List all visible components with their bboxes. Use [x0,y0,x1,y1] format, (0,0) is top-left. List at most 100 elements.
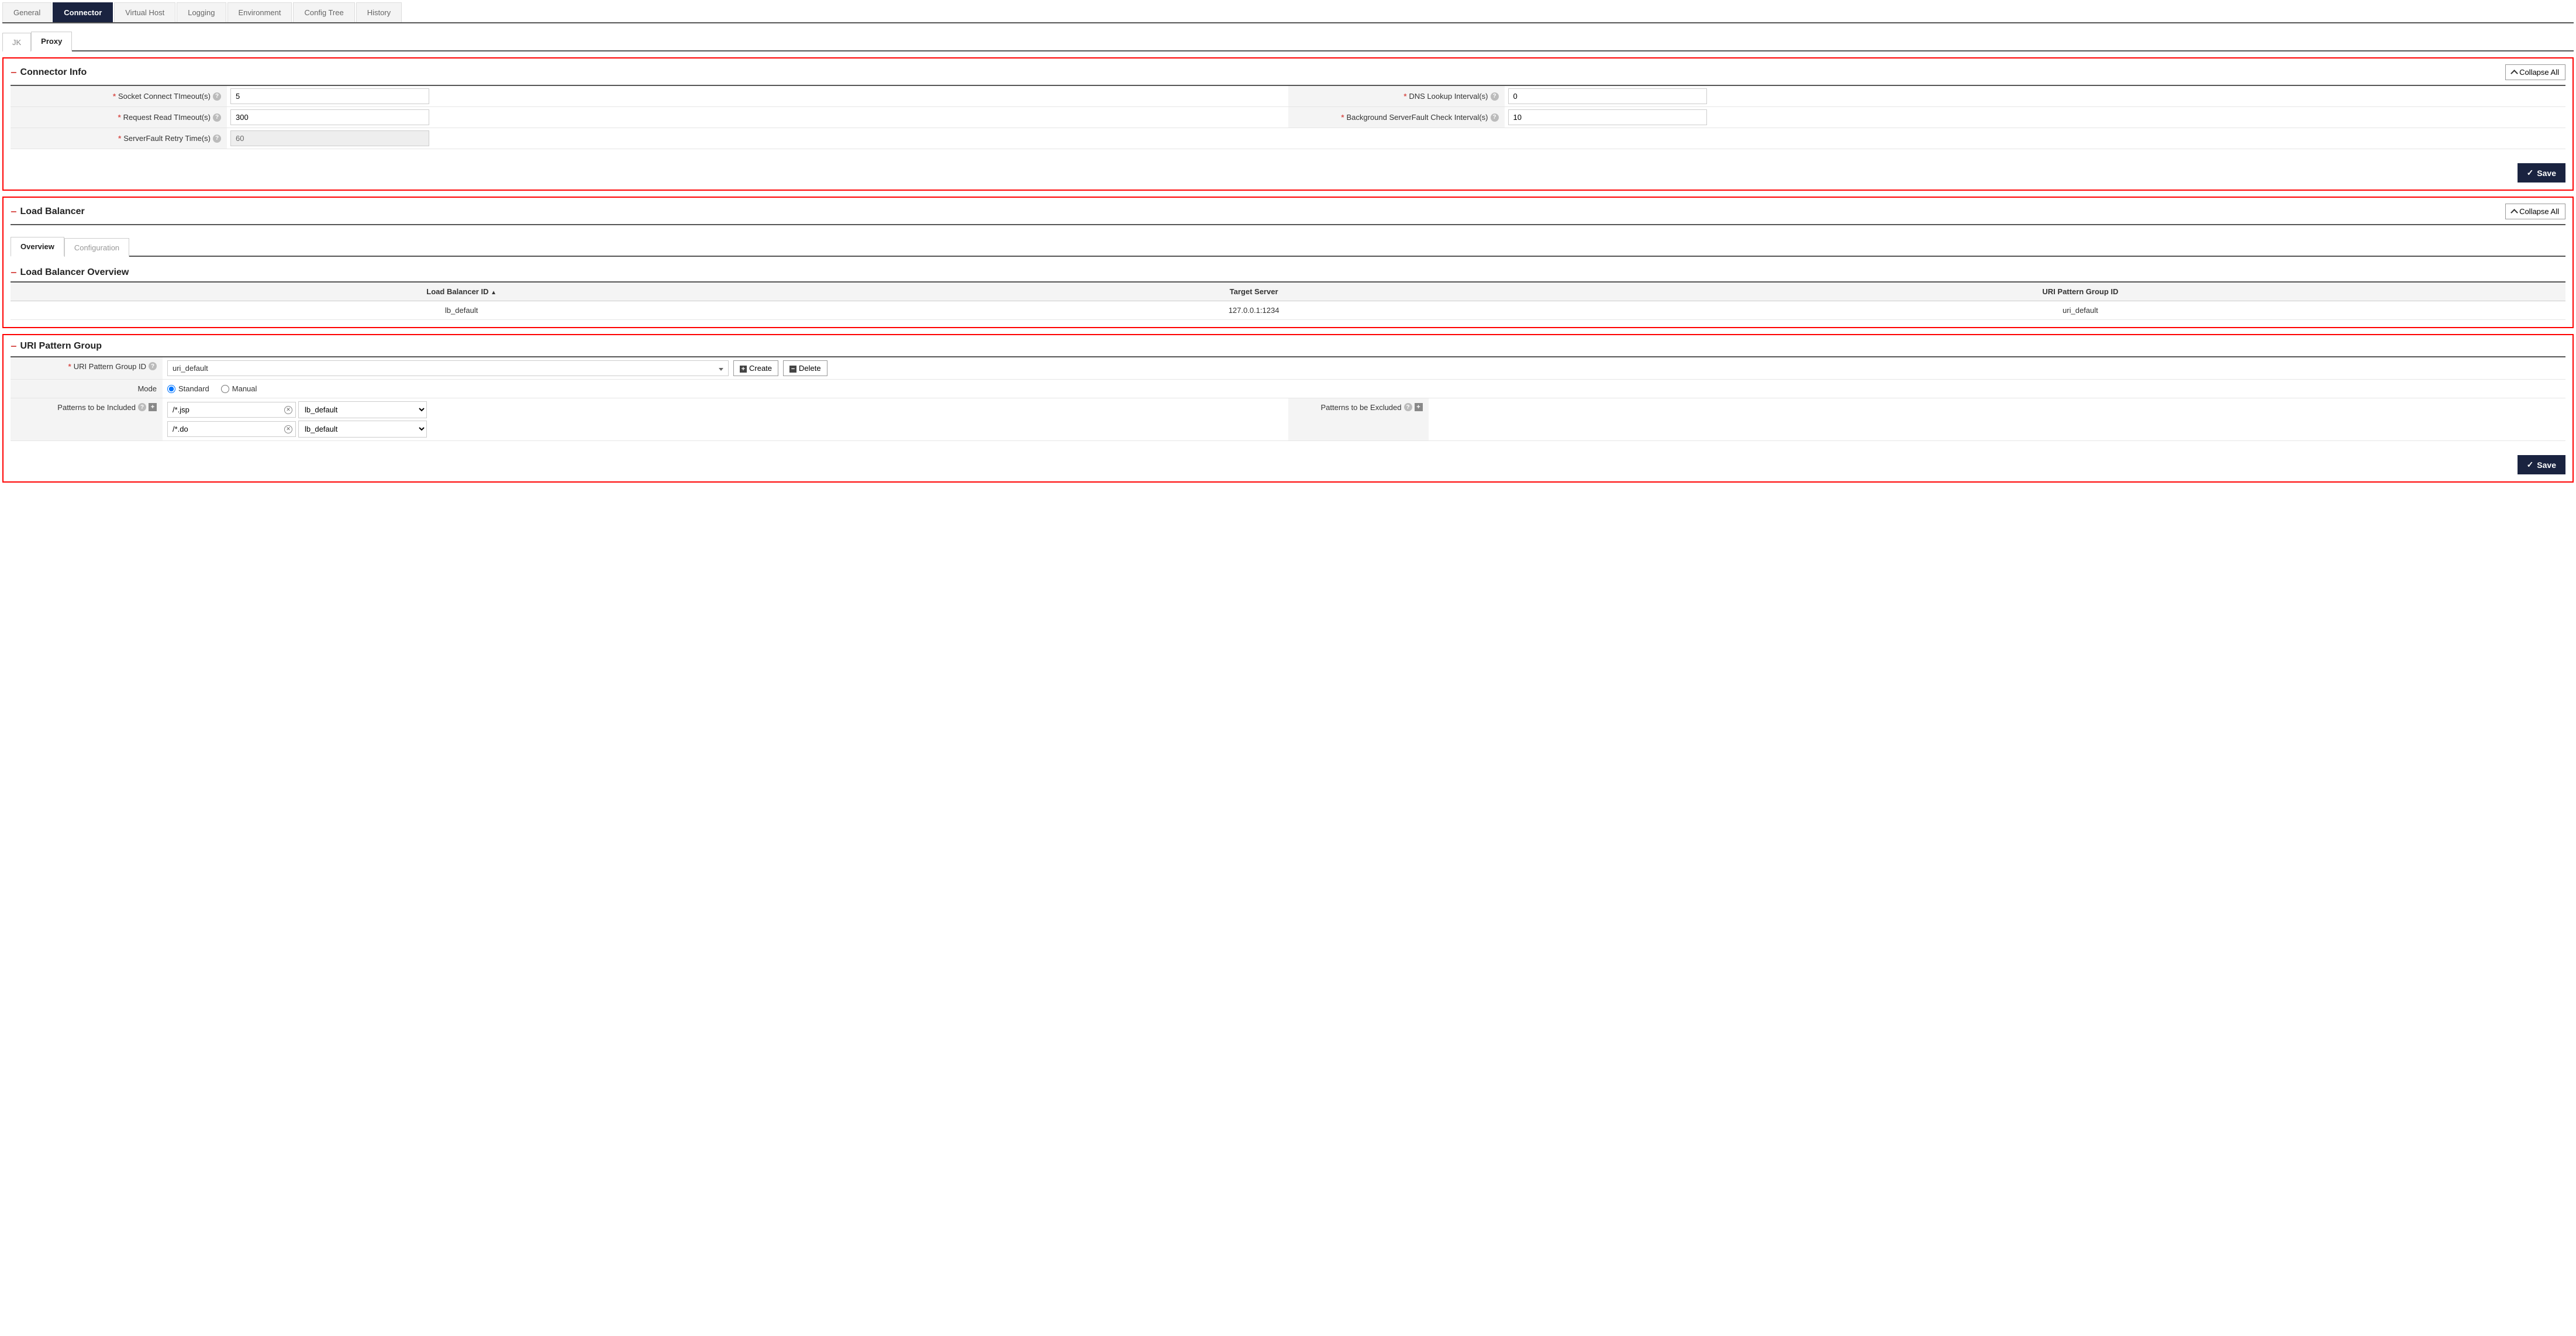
mode-standard-option[interactable]: Standard [167,384,209,393]
help-icon[interactable]: ? [1491,113,1499,122]
mode-manual-radio[interactable] [221,385,229,393]
minus-icon [789,364,796,373]
required-star: * [1403,92,1406,101]
cell-uri-group: uri_default [1595,301,2565,320]
cell-lb-id: lb_default [11,301,912,320]
connector-info-form: * Socket Connect TImeout(s) ? * DNS Look… [11,86,2565,149]
socket-connect-timeout-input[interactable] [230,88,429,104]
add-excluded-pattern-icon[interactable]: + [1415,403,1423,411]
save-label: Save [2537,168,2556,178]
serverfault-retry-input [230,130,429,146]
main-tabs: General Connector Virtual Host Logging E… [2,2,2574,23]
required-star: * [68,362,71,371]
table-row[interactable]: lb_default 127.0.0.1:1234 uri_default [11,301,2565,320]
dns-lookup-interval-label: DNS Lookup Interval(s) [1409,92,1488,101]
col-target-server[interactable]: Target Server [912,282,1595,301]
included-pattern-row: ✕ lb_default [167,421,1284,438]
help-icon[interactable]: ? [149,362,157,370]
collapse-icon[interactable]: − [11,206,17,217]
create-label: Create [749,364,772,373]
add-included-pattern-icon[interactable]: + [149,403,157,411]
load-balancer-title: − Load Balancer [11,206,85,217]
plus-icon [740,364,747,373]
request-read-timeout-label: Request Read TImeout(s) [123,113,211,122]
collapse-all-button[interactable]: Collapse All [2505,204,2565,219]
uri-pattern-group-id-value: uri_default [173,364,208,373]
mode-manual-label: Manual [232,384,257,393]
patterns-excluded-label: Patterns to be Excluded [1320,403,1401,412]
dns-lookup-interval-input[interactable] [1508,88,1707,104]
uri-pattern-group-id-label: URI Pattern Group ID [74,362,146,371]
chevron-up-icon [2512,68,2517,77]
load-balancer-panel: − Load Balancer Collapse All Overview Co… [2,197,2574,328]
request-read-timeout-input[interactable] [230,109,429,125]
chevron-up-icon [2512,207,2517,216]
lb-overview-title: − Load Balancer Overview [11,267,2565,278]
clear-icon[interactable]: ✕ [284,406,292,414]
delete-button[interactable]: Delete [783,360,827,376]
save-label: Save [2537,460,2556,470]
delete-label: Delete [799,364,821,373]
collapse-all-label: Collapse All [2519,207,2559,216]
connector-info-panel: − Connector Info Collapse All * Socket C… [2,57,2574,191]
help-icon[interactable]: ? [1491,92,1499,101]
included-pattern-input-1[interactable] [167,421,296,437]
create-button[interactable]: Create [733,360,778,376]
collapse-icon[interactable]: − [11,267,17,278]
section-title-text: Load Balancer [20,206,85,217]
caret-down-icon [719,364,723,373]
help-icon[interactable]: ? [213,135,221,143]
required-star: * [113,92,116,101]
patterns-included-label: Patterns to be Included [57,403,136,412]
subtab-proxy[interactable]: Proxy [31,32,72,51]
required-star: * [118,113,121,122]
mode-standard-label: Standard [178,384,209,393]
tab-environment[interactable]: Environment [227,2,292,22]
uri-pattern-group-panel: − URI Pattern Group * URI Pattern Group … [2,334,2574,483]
tab-connector[interactable]: Connector [53,2,113,22]
included-pattern-input-0[interactable] [167,402,296,418]
tab-virtual-host[interactable]: Virtual Host [114,2,175,22]
help-icon[interactable]: ? [138,403,146,411]
section-title-text: URI Pattern Group [20,341,102,352]
lb-overview-table: Load Balancer ID ▲ Target Server URI Pat… [11,281,2565,320]
bg-serverfault-check-label: Background ServerFault Check Interval(s) [1346,113,1488,122]
tab-overview[interactable]: Overview [11,237,64,257]
collapse-icon[interactable]: − [11,67,17,78]
help-icon[interactable]: ? [213,113,221,122]
help-icon[interactable]: ? [213,92,221,101]
collapse-all-label: Collapse All [2519,68,2559,77]
tab-general[interactable]: General [2,2,51,22]
clear-icon[interactable]: ✕ [284,425,292,433]
mode-label: Mode [137,384,157,393]
included-pattern-row: ✕ lb_default [167,401,1284,418]
uri-pattern-group-id-select[interactable]: uri_default [167,360,729,376]
save-button[interactable]: Save [2518,455,2565,474]
collapse-icon[interactable]: − [11,341,17,352]
tab-config-tree[interactable]: Config Tree [293,2,354,22]
section-title-text: Connector Info [20,67,87,78]
bg-serverfault-check-input[interactable] [1508,109,1707,125]
cell-target-server: 127.0.0.1:1234 [912,301,1595,320]
help-icon[interactable]: ? [1404,403,1412,411]
subtab-jk[interactable]: JK [2,33,31,51]
included-lb-select-0[interactable]: lb_default [298,401,427,418]
col-lb-id[interactable]: Load Balancer ID ▲ [11,282,912,301]
serverfault-retry-label: ServerFault Retry Time(s) [123,134,211,143]
tab-history[interactable]: History [356,2,402,22]
mode-manual-option[interactable]: Manual [221,384,257,393]
check-icon [2527,460,2534,470]
required-star: * [1341,113,1344,122]
sub-tabs: JK Proxy [2,30,2574,51]
uri-pattern-group-title: − URI Pattern Group [11,341,102,352]
collapse-all-button[interactable]: Collapse All [2505,64,2565,80]
save-button[interactable]: Save [2518,163,2565,183]
mode-standard-radio[interactable] [167,385,175,393]
tab-logging[interactable]: Logging [177,2,226,22]
tab-configuration[interactable]: Configuration [64,238,129,257]
col-uri-pattern-group-id[interactable]: URI Pattern Group ID [1595,282,2565,301]
lb-inner-tabs: Overview Configuration [11,236,2565,257]
included-lb-select-1[interactable]: lb_default [298,421,427,438]
connector-info-title: − Connector Info [11,67,87,78]
sort-asc-icon: ▲ [491,290,496,296]
